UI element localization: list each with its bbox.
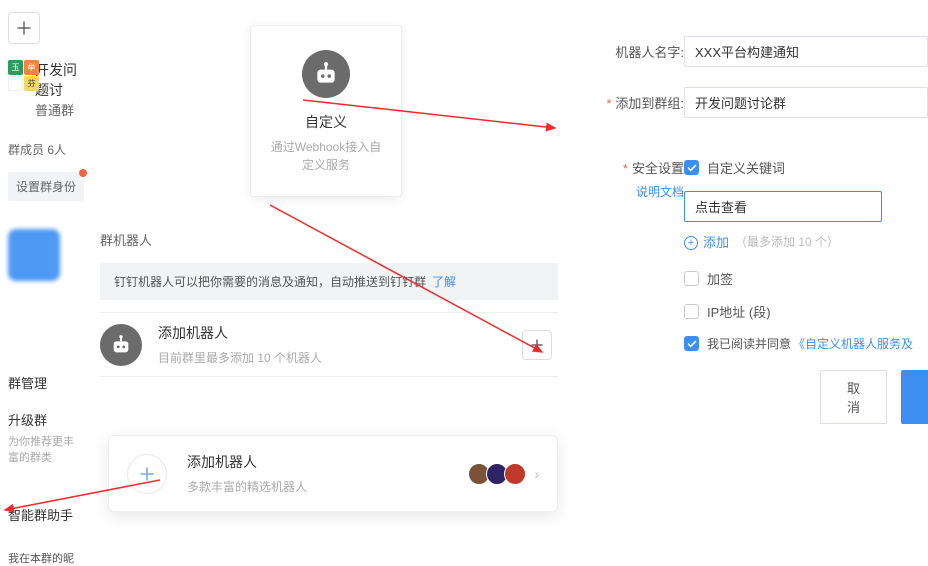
robot-icon xyxy=(302,50,350,98)
cancel-button[interactable]: 取消 xyxy=(820,370,887,424)
custom-robot-desc1: 通过Webhook接入自 xyxy=(263,138,389,156)
robot-info-text: 钉钉机器人可以把你需要的消息及通知，自动推送到钉钉群 xyxy=(114,273,426,290)
my-nickname-heading: 我在本群的昵 xyxy=(8,550,84,566)
upgrade-group-heading[interactable]: 升级群 xyxy=(8,410,84,429)
custom-robot-title: 自定义 xyxy=(263,112,389,132)
finish-button[interactable]: 完成 xyxy=(901,370,928,424)
add-robot-title: 添加机器人 xyxy=(158,323,322,343)
add-to-group-input[interactable] xyxy=(684,87,928,118)
keyword-input[interactable] xyxy=(684,191,882,222)
add-robot-row: 添加机器人 目前群里最多添加 10 个机器人 xyxy=(100,312,558,377)
group-name: 开发问题讨 xyxy=(35,60,84,100)
sign-checkbox-label: 加签 xyxy=(707,269,733,288)
add-to-group-label: 添加到群组: xyxy=(572,87,684,112)
security-settings-label: 安全设置 xyxy=(623,155,684,176)
terms-checkbox[interactable] xyxy=(684,336,699,351)
new-group-button[interactable] xyxy=(8,12,40,44)
sign-checkbox[interactable] xyxy=(684,271,699,286)
keyword-checkbox-label: 自定义关键词 xyxy=(707,158,785,177)
upgrade-group-sub: 为你推荐更丰富的群类 xyxy=(8,433,84,465)
group-item[interactable]: 玉举芬 开发问题讨 普通群 xyxy=(8,60,84,119)
keyword-checkbox[interactable] xyxy=(684,160,699,175)
robot-icon xyxy=(100,324,142,366)
member-avatar-preview xyxy=(8,229,60,281)
add-keyword-link[interactable]: + 添加 （最多添加 10 个） xyxy=(684,232,928,251)
group-subtitle: 普通群 xyxy=(35,100,84,119)
add-robot-float-card[interactable]: 添加机器人 多款丰富的精选机器人 › xyxy=(108,435,558,512)
group-manage-heading[interactable]: 群管理 xyxy=(8,373,84,392)
plus-circle-icon xyxy=(127,454,167,494)
robot-section-title: 群机器人 xyxy=(100,230,152,249)
terms-link[interactable]: 《自定义机器人服务及 xyxy=(793,335,913,352)
robot-name-input[interactable] xyxy=(684,36,928,67)
add-robot-desc: 目前群里最多添加 10 个机器人 xyxy=(158,349,322,366)
float-card-desc: 多款丰富的精选机器人 xyxy=(187,478,307,495)
add-keyword-hint: （最多添加 10 个） xyxy=(735,233,839,250)
terms-text: 我已阅读并同意 xyxy=(707,335,791,352)
robot-info-banner: 钉钉机器人可以把你需要的消息及通知，自动推送到钉钉群 了解 xyxy=(100,263,558,300)
member-count: 群成员 6人 xyxy=(8,141,84,158)
chevron-right-icon: › xyxy=(534,466,539,482)
custom-robot-card[interactable]: 自定义 通过Webhook接入自 定义服务 xyxy=(250,25,402,197)
robot-name-label: 机器人名字: xyxy=(572,36,684,61)
custom-robot-desc2: 定义服务 xyxy=(263,156,389,174)
robot-info-link[interactable]: 了解 xyxy=(432,273,456,290)
add-robot-button[interactable] xyxy=(522,330,552,360)
smart-assistant-heading[interactable]: 智能群助手 xyxy=(8,505,84,524)
ip-checkbox[interactable] xyxy=(684,304,699,319)
group-avatar: 玉举芬 xyxy=(8,60,29,90)
robot-gallery-icons: › xyxy=(468,463,539,485)
ip-checkbox-label: IP地址 (段) xyxy=(707,302,771,321)
set-group-role-button[interactable]: 设置群身份 xyxy=(8,172,84,201)
float-card-title: 添加机器人 xyxy=(187,452,307,472)
doc-link[interactable]: 说明文档 xyxy=(572,183,684,200)
